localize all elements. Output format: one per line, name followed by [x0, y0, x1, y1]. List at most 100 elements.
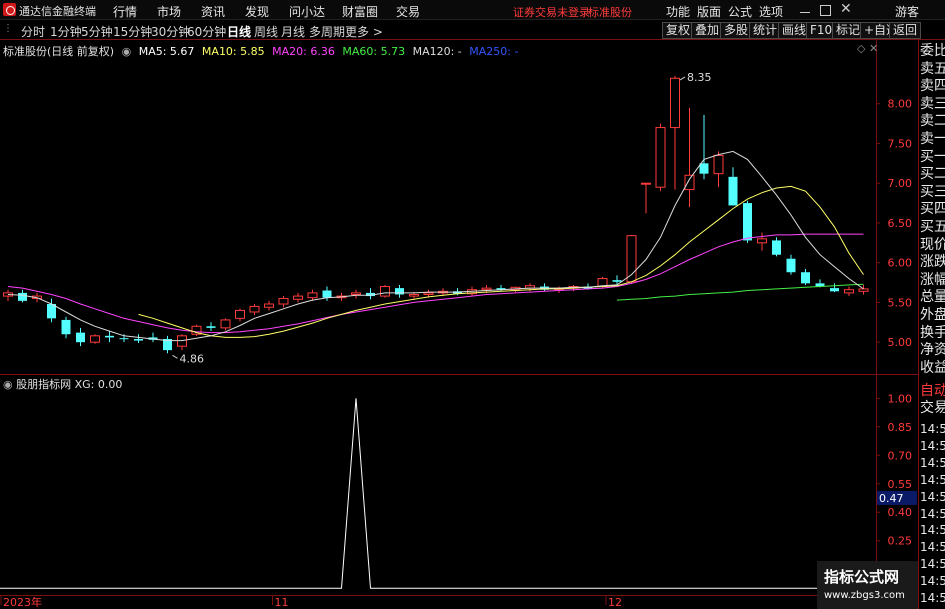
watermark-url: www.zbgs3.com — [824, 590, 905, 601]
candle-body[interactable] — [249, 305, 260, 313]
candle-body[interactable] — [772, 240, 781, 255]
candle-body[interactable] — [844, 289, 854, 294]
candle-body[interactable] — [351, 292, 361, 295]
menu-trade[interactable]: 交易 — [396, 3, 420, 20]
period-intraday[interactable]: 分时 — [21, 23, 45, 40]
period-weekly[interactable]: 周线 — [254, 23, 278, 40]
adjust-button[interactable]: 复权 — [662, 22, 695, 39]
side-field-label: 卖五 — [920, 60, 945, 77]
candle-body[interactable] — [395, 288, 404, 295]
candle-body[interactable] — [728, 176, 738, 206]
candle-body[interactable] — [380, 286, 390, 297]
sub-toggle-icon[interactable]: ◉ — [3, 378, 13, 391]
candle-body[interactable] — [119, 338, 129, 340]
candle-body[interactable] — [670, 77, 680, 129]
menu-formula[interactable]: 公式 — [728, 3, 752, 20]
candle-body[interactable] — [641, 182, 651, 185]
login-status-warning[interactable]: 证券交易未登录 — [513, 4, 590, 20]
candle-body[interactable] — [76, 332, 85, 343]
menu-function[interactable]: 功能 — [666, 3, 690, 20]
tick-time: 14:55 — [920, 422, 945, 436]
candle-body[interactable] — [757, 238, 767, 244]
candle-body[interactable] — [18, 292, 27, 301]
sub-chart-title: 股朋指标网 — [16, 378, 72, 391]
tick-time: 14:56 — [920, 574, 945, 589]
back-button[interactable]: 返回 — [889, 22, 922, 39]
period-1min[interactable]: 1分钟 — [50, 23, 82, 40]
tick-time: 14:56 — [920, 591, 945, 605]
legend-ma10: MA10: 5.85 — [201, 45, 265, 58]
menu-options[interactable]: 选项 — [759, 3, 783, 20]
sub-chart-legend: ◉ 股朋指标网 XG: 0.00 — [3, 376, 122, 392]
side-field-label: 买二 — [920, 166, 945, 183]
side-field-label: 委比 — [920, 43, 945, 59]
candle-body[interactable] — [322, 290, 332, 298]
candle-body[interactable] — [713, 154, 724, 175]
candle-body[interactable] — [801, 272, 810, 284]
y-tick-label: 5.00 — [888, 336, 913, 349]
auto-trade-toggle[interactable]: 自动 — [920, 383, 945, 400]
close-icon[interactable]: ✕ — [840, 1, 854, 17]
kline-chart[interactable]: 8.00 7.50 7.00 6.50 6.00 5.50 5.00 ◇ ✕ 1.00 0.85 0.… — [0, 40, 918, 609]
ma60-line — [616, 283, 864, 301]
candle-body[interactable] — [699, 163, 709, 174]
side-field-label: 卖二 — [920, 113, 945, 130]
candle-body[interactable] — [481, 287, 492, 291]
main-chart-legend: 标准股份(日线 前复权) ◉ MA5: 5.67 MA10: 5.85 MA20… — [3, 43, 522, 59]
sub-y-tick-label: 1.00 — [888, 392, 913, 405]
period-30min[interactable]: 30分钟 — [151, 23, 190, 40]
menu-news[interactable]: 资讯 — [201, 3, 225, 20]
statistics-button[interactable]: 统计 — [749, 22, 782, 39]
period-monthly[interactable]: 月线 — [281, 23, 305, 40]
sub-y-tick-label: 0.55 — [888, 478, 913, 491]
sub-y-tick-label: 0.85 — [888, 421, 913, 434]
toolbar-grip-icon[interactable]: ⋮ — [3, 23, 17, 37]
candle-body[interactable] — [858, 288, 869, 292]
period-5min[interactable]: 5分钟 — [81, 23, 113, 40]
legend-toggle-icon[interactable]: ◉ — [122, 45, 132, 58]
high-annotation: 8.35 — [687, 71, 712, 84]
side-field-label: 净资 — [920, 342, 945, 359]
period-multi[interactable]: 多周期 — [309, 23, 345, 40]
menu-market[interactable]: 市场 — [157, 3, 181, 20]
menu-wealth-circle[interactable]: 财富圈 — [342, 3, 378, 20]
period-60min[interactable]: 60分钟 — [187, 23, 226, 40]
candle-body[interactable] — [786, 258, 796, 273]
candle-body[interactable] — [264, 303, 274, 308]
overlay-button[interactable]: 叠加 — [691, 22, 724, 39]
high-pointer — [679, 76, 686, 81]
side-field-label: 收益 — [920, 359, 945, 376]
candle-body[interactable] — [307, 292, 318, 299]
candle-body[interactable] — [61, 319, 71, 335]
minimize-icon[interactable] — [798, 3, 812, 17]
period-15min[interactable]: 15分钟 — [113, 23, 152, 40]
candle-body[interactable] — [655, 127, 666, 188]
candle-body[interactable] — [612, 280, 622, 282]
side-field-label: 买一 — [920, 148, 945, 165]
candle-body[interactable] — [684, 174, 695, 191]
candle-body[interactable] — [220, 319, 231, 329]
menu-xiaoda[interactable]: 问小达 — [289, 3, 325, 20]
y-tick-label: 8.00 — [888, 98, 913, 111]
maximize-icon[interactable] — [818, 3, 832, 17]
candle-body[interactable] — [423, 292, 434, 295]
candle-body[interactable] — [90, 335, 100, 343]
candle-body[interactable] — [105, 335, 114, 338]
candle-body[interactable] — [134, 339, 143, 341]
candle-body[interactable] — [743, 203, 752, 241]
period-daily[interactable]: 日线 — [227, 23, 251, 40]
candle-body[interactable] — [206, 326, 216, 328]
menu-quotes[interactable]: 行情 — [113, 3, 137, 20]
period-more[interactable]: 更多 > — [345, 23, 383, 40]
guest-label[interactable]: 游客 — [895, 3, 919, 20]
tick-time: 14:56 — [920, 523, 945, 538]
candle-body[interactable] — [235, 309, 245, 319]
menu-discover[interactable]: 发现 — [245, 3, 269, 20]
multi-stock-button[interactable]: 多股 — [720, 22, 753, 39]
candle-body[interactable] — [278, 297, 289, 305]
candle-body[interactable] — [409, 293, 419, 297]
menu-layout[interactable]: 版面 — [697, 3, 721, 20]
candle-body[interactable] — [293, 295, 303, 300]
x-axis-label: 11 — [275, 596, 289, 609]
candle-body[interactable] — [830, 288, 839, 292]
